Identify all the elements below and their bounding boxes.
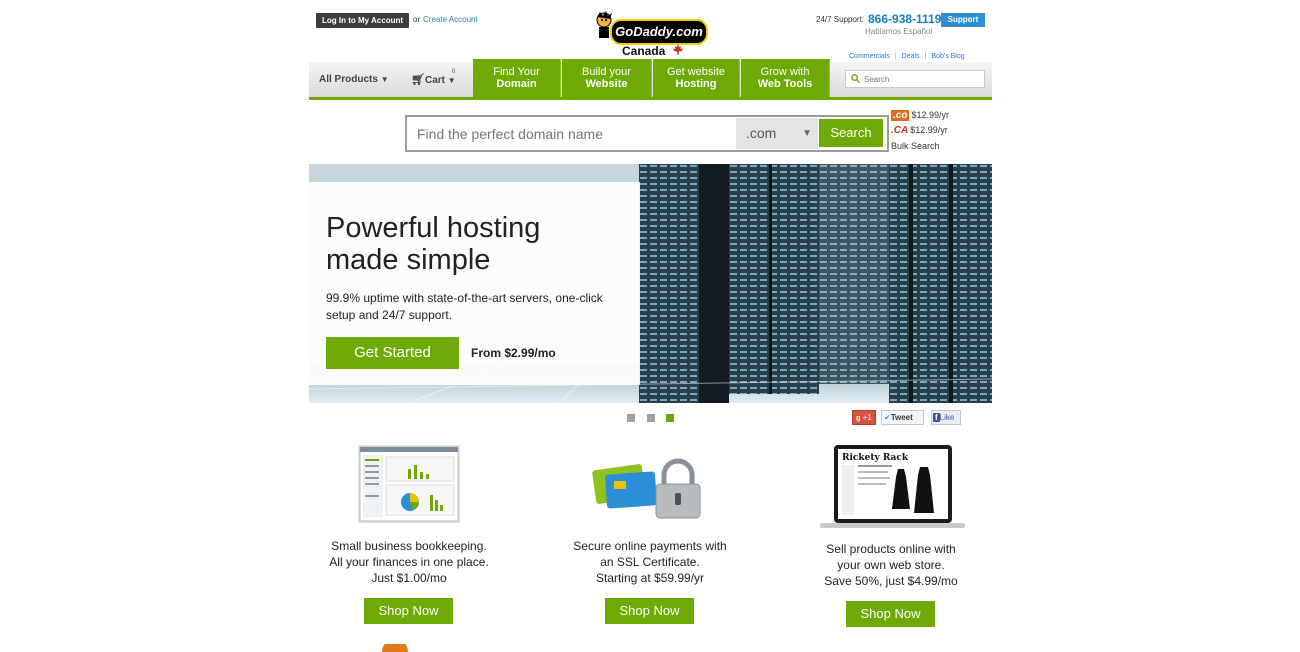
nav-item-line2: Web Tools	[757, 78, 813, 90]
product-bookkeeping-text: Small business bookkeeping. All your fin…	[309, 538, 509, 586]
nav-item-line2: Website	[585, 78, 628, 90]
domain-search-box: .com ▼ Search	[405, 115, 889, 152]
tld-selected-value: .com	[746, 125, 777, 141]
tweet-button[interactable]: ✔Tweet	[881, 410, 924, 425]
like-label: Like	[939, 413, 955, 422]
product-line2: an SSL Certificate.	[600, 555, 700, 569]
shop-now-bookkeeping-button[interactable]: Shop Now	[364, 598, 453, 624]
support-button[interactable]: Support	[941, 13, 985, 27]
nav-web-tools[interactable]: Grow with Web Tools	[741, 59, 830, 97]
all-products-label: All Products	[319, 74, 378, 85]
chevron-down-icon: ▼	[802, 128, 812, 139]
header-sub-links: Commercials | Deals | Bob's Blog	[849, 53, 965, 60]
co-tld-icon: .co	[891, 110, 910, 121]
product-line2: All your finances in one place.	[329, 555, 489, 569]
cart-icon: 🛒︎	[411, 74, 425, 86]
ssl-cards-lock-image	[592, 458, 701, 519]
product-line1: Small business bookkeeping.	[331, 539, 487, 553]
shop-now-ssl-button[interactable]: Shop Now	[605, 598, 694, 624]
nav-search-box	[845, 70, 985, 88]
tld-price-value: $12.99/yr	[910, 125, 948, 135]
partial-product-icon	[382, 644, 408, 652]
nav-build-website[interactable]: Build your Website	[562, 59, 652, 97]
carousel-dot-1[interactable]	[627, 414, 635, 422]
product-webstore-text: Sell products online with your own web s…	[791, 541, 991, 589]
hero-title: Powerful hosting made simple	[326, 212, 541, 276]
bookkeeping-screenshot-image	[358, 445, 460, 523]
product-price: Starting at $59.99/yr	[595, 571, 705, 585]
product-ssl-text: Secure online payments with an SSL Certi…	[550, 538, 750, 586]
tld-price-co[interactable]: .co $12.99/yr	[891, 110, 949, 121]
deals-link[interactable]: Deals	[902, 53, 920, 60]
store-name-text: Rickety Rack	[842, 453, 909, 463]
tld-price-value: $12.99/yr	[911, 110, 949, 120]
godaddy-logo[interactable]: GoDaddy.com Canada	[594, 9, 708, 61]
get-started-button[interactable]: Get Started	[326, 337, 459, 369]
nav-get-hosting[interactable]: Get website Hosting	[653, 59, 740, 97]
twitter-bird-icon: ✔	[884, 413, 891, 422]
nav-search-input[interactable]	[864, 71, 979, 87]
product-price: Just $1.00/mo	[371, 571, 447, 585]
gplus-icon: g	[856, 415, 861, 422]
region-label: Canada	[622, 44, 666, 58]
facebook-like-button[interactable]: f Like	[931, 410, 961, 425]
tld-price-ca[interactable]: .CA $12.99/yr	[891, 125, 948, 136]
carousel-dot-3-active[interactable]	[666, 414, 674, 422]
support-phone[interactable]: 866-938-1119	[868, 12, 941, 26]
carousel-dot-2[interactable]	[647, 414, 655, 422]
logo-wordmark: GoDaddy.com	[610, 19, 708, 45]
tweet-label: Tweet	[890, 413, 913, 422]
hablamos-espanol: Hablamos Español	[865, 27, 933, 36]
nav-item-line1: Grow with	[760, 66, 810, 78]
search-icon[interactable]	[851, 74, 860, 83]
chevron-down-icon: ▼	[447, 76, 456, 85]
nav-item-line1: Build your	[582, 66, 631, 78]
support-label: 24/7 Support:	[816, 15, 865, 24]
maple-leaf-icon	[673, 44, 683, 55]
nav-item-line2: Hosting	[675, 78, 717, 90]
product-line1: Secure online payments with	[573, 539, 727, 553]
chevron-down-icon: ▼	[380, 75, 389, 84]
google-plus-button[interactable]: g +1	[852, 410, 876, 425]
bobs-blog-link[interactable]: Bob's Blog	[931, 53, 964, 60]
ca-tld-icon: .CA	[891, 125, 909, 136]
gplus-label: +1	[862, 413, 872, 422]
cart-label: Cart	[424, 75, 445, 86]
hero-price: From $2.99/mo	[471, 346, 556, 360]
domain-search-input[interactable]	[417, 117, 735, 150]
tld-select[interactable]: .com ▼	[736, 118, 818, 149]
hero-subtitle: 99.9% uptime with state-of-the-art serve…	[326, 291, 603, 322]
product-price: Save 50%, just $4.99/mo	[824, 574, 958, 588]
or-text: or	[413, 15, 421, 24]
create-account-link[interactable]: Create Account	[423, 15, 478, 24]
login-button[interactable]: Log In to My Account	[316, 13, 409, 28]
bulk-search-link[interactable]: Bulk Search	[891, 141, 940, 151]
commercials-link[interactable]: Commercials	[849, 53, 890, 60]
web-store-laptop-image: Rickety Rack	[820, 445, 965, 528]
product-line2: your own web store.	[837, 558, 945, 572]
cart-menu[interactable]: 🛒︎Cart ▼	[411, 73, 456, 86]
nav-item-line1: Get website	[666, 66, 726, 78]
facebook-icon: f	[933, 413, 940, 422]
nav-item-line2: Domain	[496, 78, 537, 90]
nav-item-line1: Find Your	[493, 66, 540, 78]
product-line1: Sell products online with	[826, 542, 956, 556]
nav-find-domain[interactable]: Find Your Domain	[473, 59, 561, 97]
cart-count: 0	[452, 69, 456, 75]
domain-search-button[interactable]: Search	[819, 119, 883, 147]
all-products-menu[interactable]: All Products ▼	[319, 74, 389, 85]
shop-now-webstore-button[interactable]: Shop Now	[846, 601, 935, 627]
